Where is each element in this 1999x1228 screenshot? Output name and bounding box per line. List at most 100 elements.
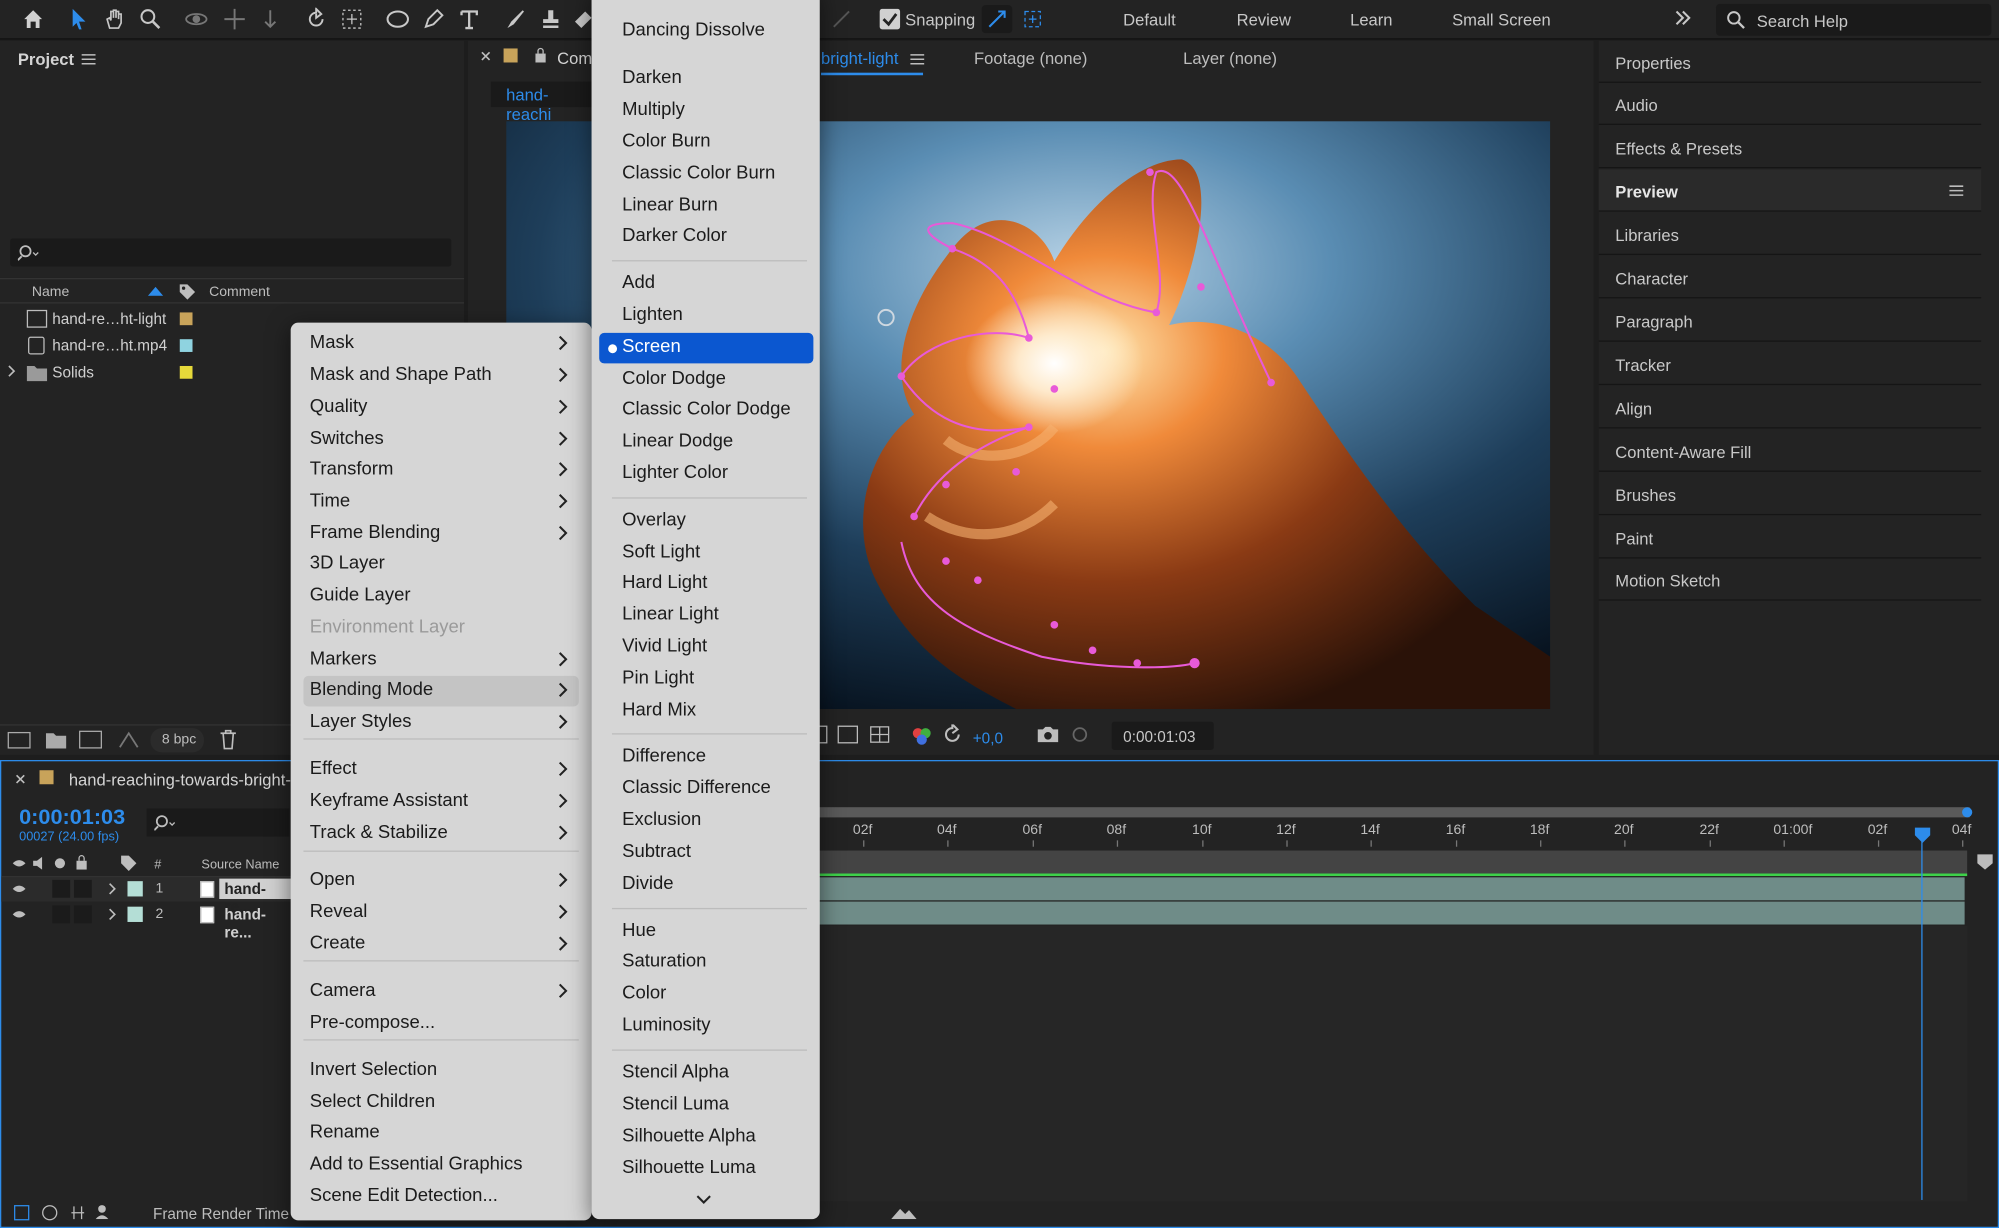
timeline-current-time[interactable]: 0:00:01:03 (19, 805, 125, 831)
workspace-default[interactable]: Default (1123, 10, 1176, 29)
channels-icon[interactable] (912, 726, 932, 746)
solo-icon[interactable] (54, 858, 66, 869)
blend-mode-soft-light[interactable]: Soft Light (599, 538, 813, 569)
panel-menu-icon[interactable] (910, 54, 925, 65)
eye-icon[interactable] (11, 857, 26, 870)
timeline-comp-tab[interactable]: hand-reaching-towards-bright-l (69, 770, 295, 789)
blend-mode-stencil-luma[interactable]: Stencil Luma (599, 1090, 813, 1121)
solo-switch[interactable] (52, 905, 71, 924)
menu-item-select-children[interactable]: Select Children (303, 1088, 578, 1119)
blend-mode-dissolve[interactable]: Dissolve (599, 0, 813, 6)
blend-mode-darker-color[interactable]: Darker Color (599, 222, 813, 253)
solo-switch[interactable] (52, 879, 71, 898)
new-composition-icon[interactable] (79, 730, 102, 749)
menu-item-blending-mode[interactable]: Blending Mode (303, 675, 579, 707)
menu-item-keyframe-assistant[interactable]: Keyframe Assistant (303, 787, 578, 818)
snapping-checkbox[interactable] (879, 8, 901, 30)
exposure-value[interactable]: +0,0 (973, 729, 1003, 747)
new-folder-icon[interactable] (45, 732, 67, 749)
layer-tab[interactable]: Layer (none) (1183, 48, 1277, 67)
blend-mode-divide[interactable]: Divide (599, 870, 813, 901)
trash-icon[interactable] (219, 729, 237, 750)
menu-item-transform[interactable]: Transform (303, 455, 578, 486)
menu-item-pre-compose[interactable]: Pre-compose... (303, 1009, 578, 1040)
snapshot-camera-icon[interactable] (1036, 726, 1059, 744)
chevron-right-icon[interactable] (107, 882, 117, 895)
close-icon[interactable] (15, 774, 25, 784)
layer-label-swatch[interactable] (127, 881, 143, 897)
column-comment[interactable]: Comment (209, 284, 270, 299)
blend-mode-overlay[interactable]: Overlay (599, 506, 813, 537)
work-area-bar[interactable] (817, 807, 1970, 818)
snap-features-icon[interactable] (1017, 5, 1048, 33)
label-color-swatch[interactable] (179, 312, 193, 326)
blend-mode-difference[interactable]: Difference (599, 742, 813, 773)
menu-item-mask-and-shape-path[interactable]: Mask and Shape Path (303, 361, 578, 392)
panel-character[interactable]: Character (1598, 256, 1982, 299)
puppet-tool-icon[interactable] (826, 5, 857, 33)
blend-mode-color-burn[interactable]: Color Burn (599, 128, 813, 159)
panel-paragraph[interactable]: Paragraph (1598, 300, 1982, 342)
layer-2-duration-bar[interactable] (817, 901, 1965, 925)
menu-item-time[interactable]: Time (303, 487, 578, 518)
blend-mode-classic-color-burn[interactable]: Classic Color Burn (599, 159, 813, 190)
footage-tab[interactable]: Footage (none) (974, 48, 1087, 67)
pan-tool-icon[interactable] (219, 5, 250, 33)
workspace-small-screen[interactable]: Small Screen (1452, 10, 1551, 29)
lock-switch[interactable] (73, 905, 92, 924)
column-source-name[interactable]: Source Name (201, 858, 279, 872)
blend-mode-lighter-color[interactable]: Lighter Color (599, 459, 813, 490)
eye-icon[interactable] (11, 908, 26, 921)
brush-tool-icon[interactable] (500, 5, 531, 33)
rotate-tool-icon[interactable] (301, 5, 332, 33)
blend-mode-add[interactable]: Add (599, 269, 813, 300)
menu-item-3d-layer[interactable]: 3D Layer (303, 550, 578, 581)
layer-label-swatch[interactable] (127, 906, 143, 922)
panel-paint[interactable]: Paint (1598, 516, 1982, 559)
comp-tab-prefix[interactable]: Com (557, 48, 592, 67)
blend-mode-exclusion[interactable]: Exclusion (599, 806, 813, 837)
workspace-learn[interactable]: Learn (1350, 10, 1392, 29)
layer-name-field[interactable]: hand-re... (219, 878, 292, 916)
zoom-mountain-icon[interactable] (891, 1206, 917, 1220)
reset-exposure-icon[interactable] (942, 724, 962, 744)
panel-brushes[interactable]: Brushes (1598, 473, 1982, 516)
bpc-toggle[interactable]: 8 bpc (150, 728, 204, 753)
blend-mode-hard-mix[interactable]: Hard Mix (599, 696, 813, 727)
close-icon[interactable] (481, 51, 491, 61)
panel-menu-icon[interactable] (1949, 185, 1964, 196)
label-color-swatch[interactable] (179, 365, 193, 379)
layer-row[interactable]: 2 hand-re... (1, 903, 292, 941)
lock-switch[interactable] (73, 879, 92, 898)
pen-tool-icon[interactable] (418, 5, 449, 33)
chevron-right-icon[interactable] (107, 908, 117, 921)
comp-marker-icon[interactable] (1976, 853, 1994, 871)
blend-mode-linear-dodge[interactable]: Linear Dodge (599, 427, 813, 458)
layer-switches-icon[interactable] (14, 1205, 30, 1221)
time-ruler[interactable]: 02f 04f 06f 08f 10f 12f 14f 16f 18f 20f 22f 01:00f 0… (817, 820, 1971, 847)
blend-mode-luminosity[interactable]: Luminosity (599, 1011, 813, 1042)
grid-guides-icon[interactable] (868, 724, 891, 744)
ellipse-tool-icon[interactable] (382, 5, 413, 33)
panel-libraries[interactable]: Libraries (1598, 213, 1982, 256)
menu-item-effect[interactable]: Effect (303, 755, 578, 786)
current-time-indicator[interactable] (1921, 832, 1923, 1200)
blend-mode-stencil-alpha[interactable]: Stencil Alpha (599, 1058, 813, 1089)
render-time-icon[interactable] (95, 1204, 114, 1220)
blend-mode-screen[interactable]: Screen (599, 332, 814, 364)
blend-mode-dancing-dissolve[interactable]: Dancing Dissolve (599, 17, 813, 48)
panel-preview[interactable]: Preview (1598, 169, 1982, 212)
comp-tab-name[interactable]: bright-light (821, 48, 898, 67)
blend-mode-silhouette-luma[interactable]: Silhouette Luma (599, 1154, 813, 1185)
playhead-icon[interactable] (1914, 826, 1932, 844)
blend-mode-hue[interactable]: Hue (599, 917, 813, 948)
label-tag-icon[interactable] (120, 854, 138, 872)
label-tag-icon[interactable] (178, 283, 196, 301)
type-tool-icon[interactable] (454, 5, 485, 33)
menu-item-markers[interactable]: Markers (303, 645, 578, 676)
blend-mode-silhouette-alpha[interactable]: Silhouette Alpha (599, 1122, 813, 1153)
hand-tool-icon[interactable] (99, 5, 130, 33)
lock-icon[interactable] (534, 47, 547, 63)
panel-properties[interactable]: Properties (1598, 41, 1982, 83)
menu-item-camera[interactable]: Camera (303, 977, 578, 1008)
